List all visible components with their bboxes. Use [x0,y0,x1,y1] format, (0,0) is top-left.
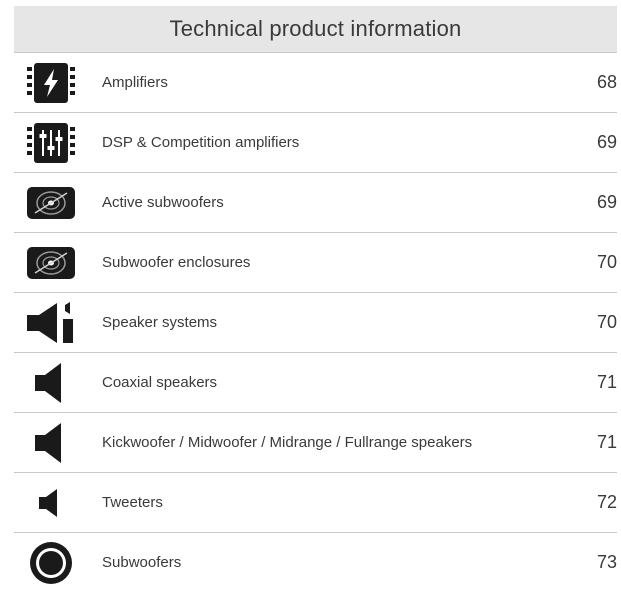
item-page-number: 70 [596,252,617,272]
item-label: Subwoofer enclosures [102,254,251,271]
product-info-table: Technical product information Amplifiers… [14,6,617,592]
tweeter-icon [22,481,80,525]
kickwoofer-speaker-icon [22,421,80,465]
table-header: Technical product information [14,6,617,52]
item-label: Kickwoofer / Midwoofer / Midrange / Full… [102,434,473,451]
item-label: Speaker systems [102,314,218,331]
item-page-number: 71 [596,372,617,392]
item-label: Subwoofers [102,554,182,571]
list-item-coaxial-speakers[interactable]: Coaxial speakers 71 [14,352,617,412]
list-item-speaker-systems[interactable]: Speaker systems 70 [14,292,617,352]
item-page-number: 73 [596,552,617,572]
item-page-number: 68 [596,72,617,92]
list-item-subwoofers[interactable]: Subwoofers 73 [14,532,617,592]
dsp-amplifier-icon [22,121,80,165]
item-page-number: 72 [596,492,617,512]
speaker-system-icon [22,301,80,345]
item-page-number: 69 [596,192,617,212]
item-label: Coaxial speakers [102,374,218,391]
list-item-amplifiers[interactable]: Amplifiers 68 [14,52,617,112]
active-subwoofer-icon [22,181,80,225]
item-label: DSP & Competition amplifiers [102,134,300,151]
table-title: Technical product information [169,16,462,41]
item-label: Active subwoofers [102,194,224,211]
list-item-subwoofer-enclosures[interactable]: Subwoofer enclosures 70 [14,232,617,292]
list-item-kickwoofer-speakers[interactable]: Kickwoofer / Midwoofer / Midrange / Full… [14,412,617,472]
list-item-tweeters[interactable]: Tweeters 72 [14,472,617,532]
item-page-number: 69 [596,132,617,152]
item-page-number: 70 [596,312,617,332]
item-page-number: 71 [596,432,617,452]
subwoofer-enclosure-icon [22,241,80,285]
item-label: Amplifiers [102,74,168,91]
subwoofer-icon [22,541,80,585]
list-item-dsp-amplifiers[interactable]: DSP & Competition amplifiers 69 [14,112,617,172]
coaxial-speaker-icon [22,361,80,405]
amplifier-bolt-icon [22,61,80,105]
list-item-active-subwoofers[interactable]: Active subwoofers 69 [14,172,617,232]
item-label: Tweeters [102,494,163,511]
